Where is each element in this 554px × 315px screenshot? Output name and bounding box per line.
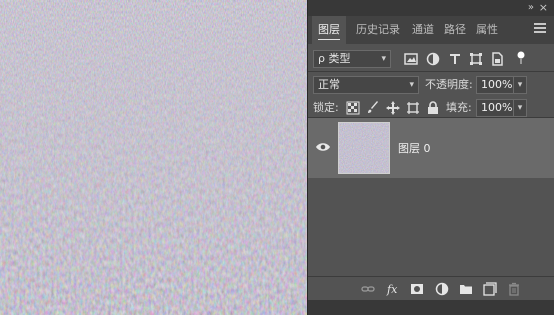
smart-object-filter-icon[interactable] [490, 52, 504, 66]
opacity-label: 不透明度: [425, 78, 473, 91]
image-filter-icon[interactable] [404, 52, 418, 66]
opacity-chevron-icon[interactable]: ▾ [513, 76, 527, 94]
visibility-eye-icon[interactable] [316, 142, 330, 152]
collapse-icon[interactable]: » [528, 2, 534, 13]
layer-row[interactable]: 图层 0 [308, 118, 554, 178]
thumbnail-texture [339, 123, 389, 173]
fill-label: 填充: [446, 101, 472, 114]
new-layer-icon[interactable] [483, 282, 497, 296]
lock-artboard-icon[interactable] [406, 101, 420, 115]
adjustment-filter-icon[interactable] [426, 52, 440, 66]
lock-label: 锁定: [313, 101, 339, 114]
tab-history[interactable]: 历史记录 [356, 16, 400, 44]
blend-row: 正常 ▾ 不透明度: 100% ▾ [308, 73, 554, 98]
lock-all-icon[interactable] [426, 101, 440, 115]
fill-input[interactable]: 100% [476, 99, 514, 117]
filter-toggle-icon[interactable] [514, 51, 528, 65]
blend-mode-value: 正常 [318, 78, 340, 91]
close-icon[interactable]: × [539, 1, 548, 14]
divider [308, 71, 554, 72]
layers-panel: » × 图层 历史记录 通道 路径 属性 ρ 类型 ▾ 正常 ▾ 不透明度: 1… [308, 0, 554, 315]
opacity-input[interactable]: 100% [476, 76, 514, 94]
trash-icon[interactable] [507, 282, 521, 296]
tab-properties[interactable]: 属性 [476, 16, 498, 44]
panel-header-strip: » × [308, 0, 554, 16]
layer-name[interactable]: 图层 0 [398, 140, 431, 156]
tab-paths[interactable]: 路径 [444, 16, 466, 44]
adjustment-icon[interactable] [435, 282, 449, 296]
folder-icon[interactable] [459, 282, 473, 296]
chevron-down-icon: ▾ [381, 54, 386, 64]
document-canvas[interactable] [0, 0, 307, 315]
lock-transparent-pixels-icon[interactable] [346, 101, 360, 115]
svg-text:fx: fx [386, 283, 398, 296]
panel-bottom-strip [308, 300, 554, 315]
blend-mode-dropdown[interactable]: 正常 ▾ [313, 76, 419, 94]
layer-thumbnail[interactable] [338, 122, 390, 174]
mask-icon[interactable] [410, 282, 424, 296]
text-filter-icon[interactable] [448, 52, 462, 66]
chevron-down-icon: ▾ [409, 80, 414, 90]
panel-tab-bar: 图层 历史记录 通道 路径 属性 [308, 16, 554, 44]
tab-layers[interactable]: 图层 [312, 16, 346, 44]
link-icon[interactable] [361, 282, 375, 296]
layers-footer-toolbar: fx [308, 276, 554, 301]
tab-channels[interactable]: 通道 [412, 16, 434, 44]
filter-type-dropdown[interactable]: ρ 类型 ▾ [313, 50, 391, 68]
filter-type-label: ρ 类型 [318, 52, 351, 65]
lock-position-icon[interactable] [386, 101, 400, 115]
fx-icon[interactable]: fx [386, 282, 400, 296]
filter-row: ρ 类型 ▾ [308, 47, 554, 72]
shape-filter-icon[interactable] [469, 52, 483, 66]
lock-image-pixels-icon[interactable] [366, 101, 380, 115]
panel-menu-icon[interactable] [534, 23, 546, 35]
fill-chevron-icon[interactable]: ▾ [513, 99, 527, 117]
